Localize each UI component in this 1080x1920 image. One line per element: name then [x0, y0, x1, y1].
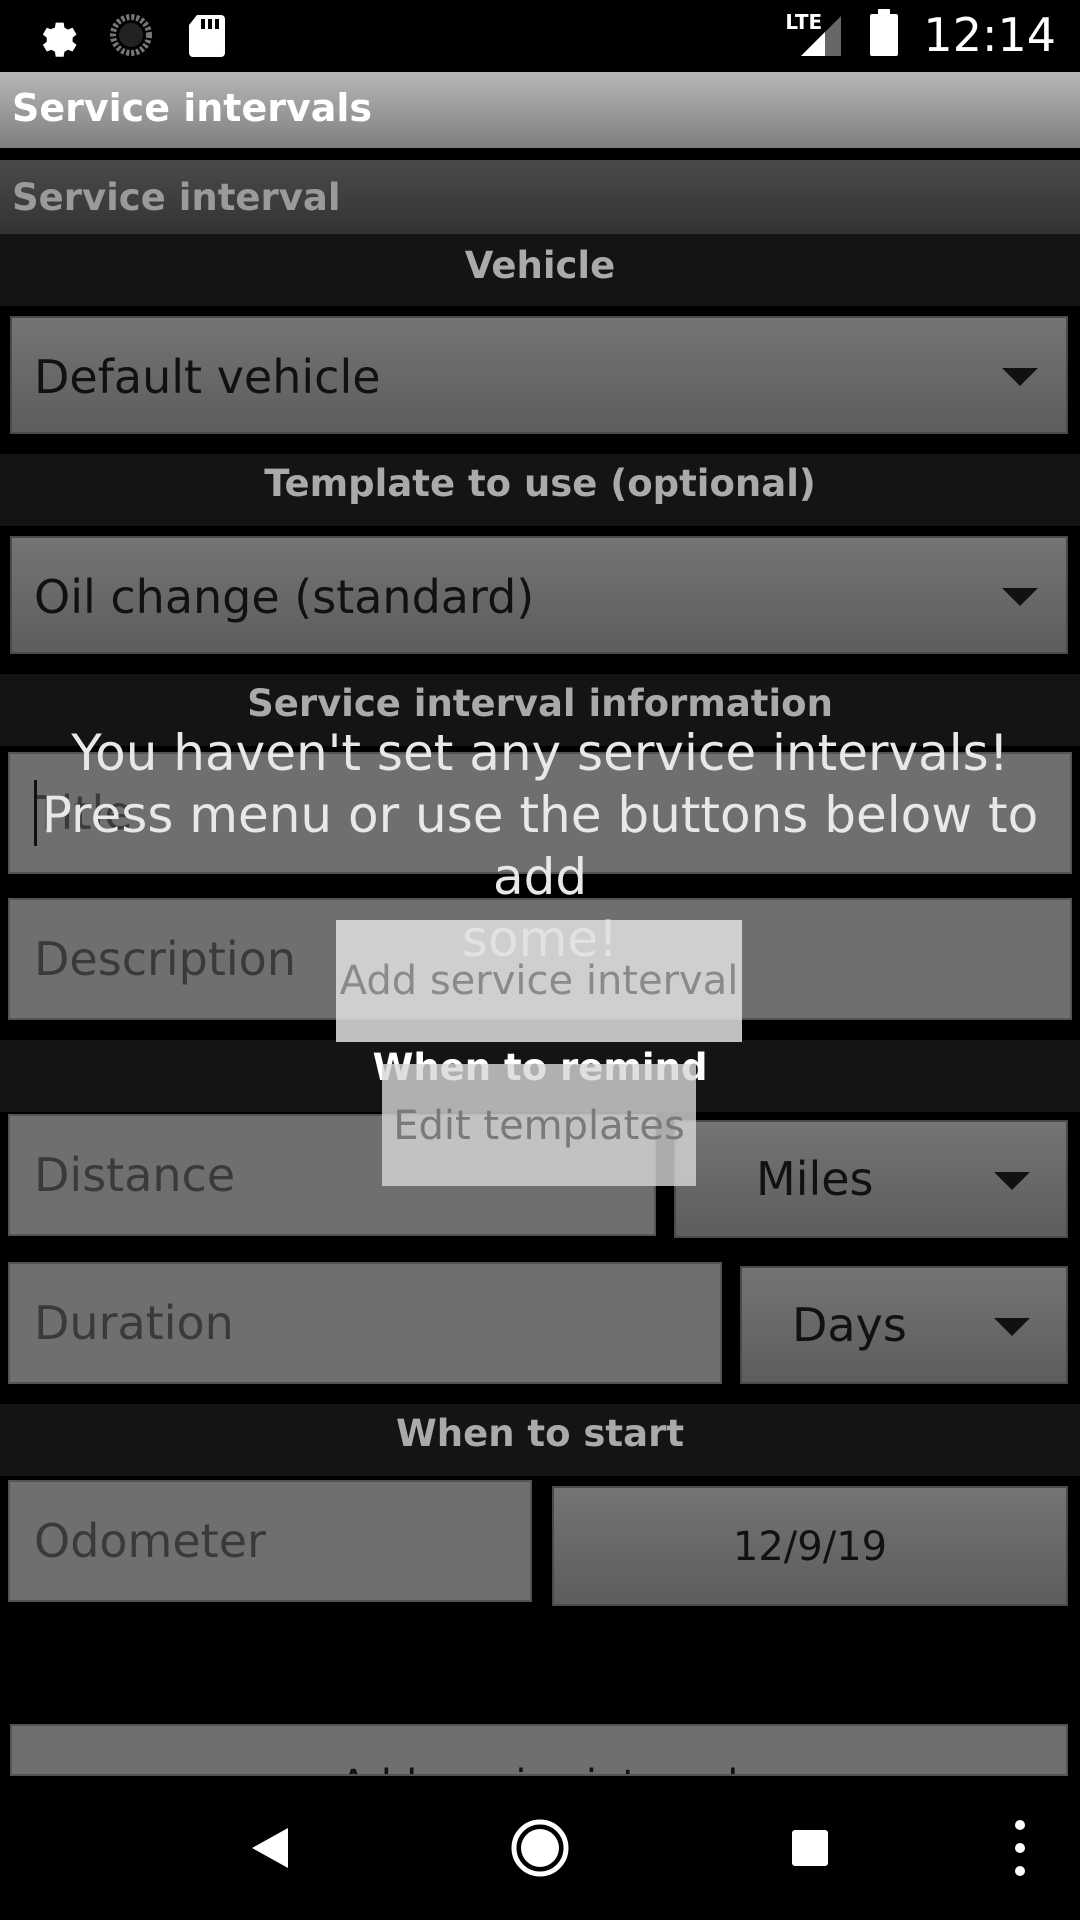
template-label: Template to use (optional) — [264, 462, 816, 505]
chevron-down-icon — [994, 1172, 1030, 1190]
empty-state-line-1: You haven't set any service intervals! — [71, 724, 1009, 782]
add-service-interval-button[interactable]: Add service interval — [336, 920, 742, 1042]
clock: 12:14 — [923, 8, 1056, 62]
distance-unit-selected: Miles — [756, 1152, 874, 1206]
settings-icon — [32, 12, 78, 58]
app-bar: Service intervals — [0, 72, 1080, 148]
edit-templates-label: Edit templates — [393, 1103, 685, 1149]
add-service-interval-bottom-label: Add service interval — [12, 1762, 1066, 1774]
edit-templates-button[interactable]: Edit templates — [382, 1064, 696, 1186]
section-title: Service interval — [12, 176, 341, 219]
back-icon[interactable] — [210, 1776, 330, 1920]
home-icon[interactable] — [480, 1776, 600, 1920]
start-label: When to start — [395, 1412, 685, 1455]
sd-card-icon — [184, 12, 230, 58]
empty-state-line-2: Press menu or use the buttons below to a… — [41, 786, 1039, 906]
app-title: Service intervals — [12, 86, 373, 130]
info-label: Service interval information — [247, 682, 833, 725]
chevron-down-icon — [994, 1318, 1030, 1336]
vehicle-label: Vehicle — [464, 244, 616, 287]
vehicle-dropdown[interactable]: Default vehicle — [10, 316, 1068, 434]
duration-unit-dropdown[interactable]: Days — [740, 1266, 1068, 1384]
overflow-menu-icon[interactable] — [990, 1776, 1050, 1920]
duration-unit-selected: Days — [792, 1298, 907, 1352]
sync-icon — [108, 12, 154, 58]
add-service-interval-bottom-button[interactable]: Add service interval — [10, 1724, 1068, 1776]
recents-icon[interactable] — [750, 1776, 870, 1920]
duration-placeholder: Duration — [34, 1296, 234, 1350]
odometer-placeholder: Odometer — [34, 1514, 266, 1568]
signal-icon: LTE — [785, 10, 845, 60]
chevron-down-icon — [1002, 588, 1038, 606]
section-header: Service interval — [0, 160, 1080, 234]
battery-icon — [869, 9, 899, 61]
vehicle-selected: Default vehicle — [34, 350, 381, 404]
add-service-interval-label: Add service interval — [339, 958, 739, 1004]
start-date-value: 12/9/19 — [732, 1524, 888, 1570]
duration-field[interactable]: Duration — [8, 1262, 722, 1384]
template-selected: Oil change (standard) — [34, 570, 535, 624]
start-date-button[interactable]: 12/9/19 — [552, 1486, 1068, 1606]
distance-placeholder: Distance — [34, 1148, 236, 1202]
distance-unit-dropdown[interactable]: Miles — [674, 1120, 1068, 1238]
status-bar: LTE 12:14 — [0, 0, 1080, 72]
chevron-down-icon — [1002, 368, 1038, 386]
navigation-bar — [0, 1776, 1080, 1920]
odometer-field[interactable]: Odometer — [8, 1480, 532, 1602]
template-dropdown[interactable]: Oil change (standard) — [10, 536, 1068, 654]
